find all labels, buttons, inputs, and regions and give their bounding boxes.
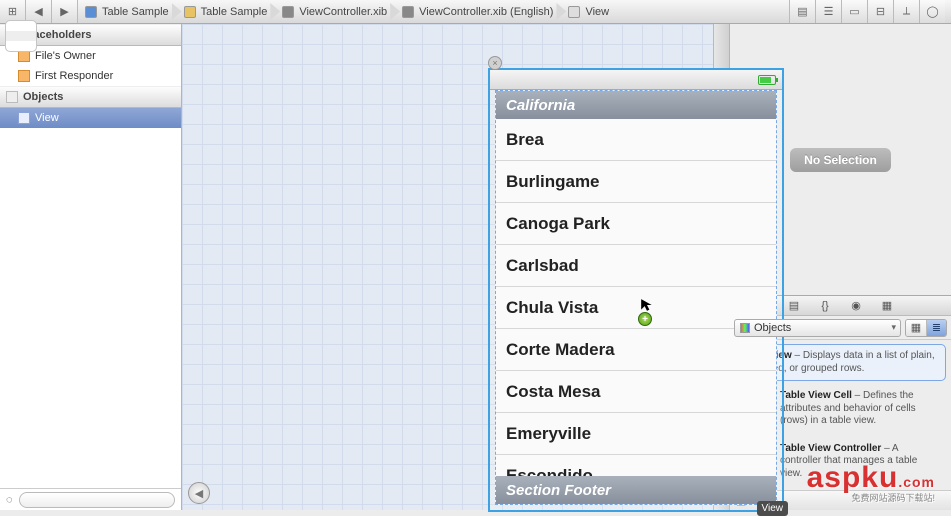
- library-item-icon: [5, 20, 37, 52]
- code-snippet-library-tab[interactable]: {}: [810, 296, 840, 315]
- table-view[interactable]: California BreaBurlingameCanoga ParkCarl…: [495, 90, 777, 505]
- connections-inspector-tab[interactable]: ◯: [919, 0, 945, 23]
- size-inspector-tab[interactable]: ⟂: [893, 0, 919, 23]
- outline-item[interactable]: View: [0, 108, 181, 128]
- palette-icon: [740, 323, 750, 333]
- table-cell[interactable]: Canoga Park: [496, 203, 776, 245]
- selection-label: View: [757, 501, 789, 516]
- library-scope-combo[interactable]: Objects: [734, 319, 901, 337]
- no-selection-badge: No Selection: [790, 148, 891, 172]
- view-icon: [567, 5, 581, 19]
- root-view-selection[interactable]: × California BreaBurlingameCanoga ParkCa…: [488, 68, 784, 512]
- cube-icon: [6, 91, 18, 103]
- objects-title: Objects: [23, 91, 63, 103]
- breadcrumb-item[interactable]: Table Sample: [177, 0, 276, 23]
- table-cell[interactable]: Brea: [496, 119, 776, 161]
- simulated-status-bar: [490, 70, 782, 90]
- placeholder-icon: [18, 70, 30, 82]
- proj-icon: [84, 5, 98, 19]
- breadcrumb-item[interactable]: Table Sample: [78, 0, 177, 23]
- library-scope-label: Objects: [754, 322, 791, 334]
- outline-item[interactable]: First Responder: [0, 66, 181, 86]
- objects-header[interactable]: Objects: [0, 86, 181, 108]
- table-cell[interactable]: Costa Mesa: [496, 371, 776, 413]
- library-view-mode[interactable]: ▦ ≣: [905, 319, 947, 337]
- list-mode-button[interactable]: ≣: [926, 320, 946, 336]
- section-footer: Section Footer: [496, 476, 776, 504]
- breadcrumb-item[interactable]: View: [561, 0, 617, 23]
- outline-footer: ◌: [0, 488, 181, 510]
- breadcrumb-label: View: [585, 6, 609, 18]
- library-item-text: Table View Cell – Defines the attributes…: [780, 390, 940, 428]
- grid-mode-button[interactable]: ▦: [906, 320, 926, 336]
- breadcrumb-label: ViewController.xib (English): [419, 6, 553, 18]
- xib-icon: [401, 5, 415, 19]
- folder-icon: [183, 5, 197, 19]
- table-cell[interactable]: Carlsbad: [496, 245, 776, 287]
- inspector-tab-bar: ▤ ☰ ▭ ⊟ ⟂ ◯: [789, 0, 951, 23]
- document-outline: Placeholders File's OwnerFirst Responder…: [0, 24, 182, 510]
- file-inspector-tab[interactable]: ▤: [789, 0, 815, 23]
- battery-icon: [758, 75, 776, 85]
- close-scene-button[interactable]: ×: [488, 56, 502, 70]
- object-library-tab[interactable]: ◉: [841, 296, 871, 315]
- xib-icon: [281, 5, 295, 19]
- breadcrumb-label: Table Sample: [102, 6, 169, 18]
- outline-item-label: First Responder: [35, 70, 113, 82]
- table-cell[interactable]: Emeryville: [496, 413, 776, 455]
- canvas-collapse-button[interactable]: ◀: [188, 482, 210, 504]
- identity-inspector-tab[interactable]: ▭: [841, 0, 867, 23]
- outline-filter-field[interactable]: [19, 492, 175, 508]
- ib-canvas[interactable]: ◀ × California BreaBurlingameCanoga Park…: [182, 24, 729, 510]
- mouse-cursor-icon: [640, 298, 654, 312]
- outline-item-label: File's Owner: [35, 50, 96, 62]
- breadcrumb-item[interactable]: ViewController.xib (English): [395, 0, 561, 23]
- quick-help-tab[interactable]: ☰: [815, 0, 841, 23]
- table-cell[interactable]: Burlingame: [496, 161, 776, 203]
- breadcrumb-item[interactable]: ViewController.xib: [275, 0, 395, 23]
- breadcrumb-label: Table Sample: [201, 6, 268, 18]
- view-icon: [18, 112, 30, 124]
- library-item-text: Table View Controller – A controller tha…: [780, 443, 940, 481]
- attributes-inspector-tab[interactable]: ⊟: [867, 0, 893, 23]
- insert-indicator-icon: +: [638, 312, 652, 326]
- breadcrumb-label: ViewController.xib: [299, 6, 387, 18]
- forward-button[interactable]: ▶: [52, 0, 78, 23]
- outline-item-label: View: [35, 112, 59, 124]
- section-header: California: [496, 91, 776, 119]
- jump-bar: ⊞ ◀ ▶ Table SampleTable SampleViewContro…: [0, 0, 951, 24]
- media-library-tab[interactable]: ▦: [872, 296, 902, 315]
- table-cell[interactable]: Escondido: [496, 455, 776, 476]
- filter-icon: ◌: [6, 494, 13, 506]
